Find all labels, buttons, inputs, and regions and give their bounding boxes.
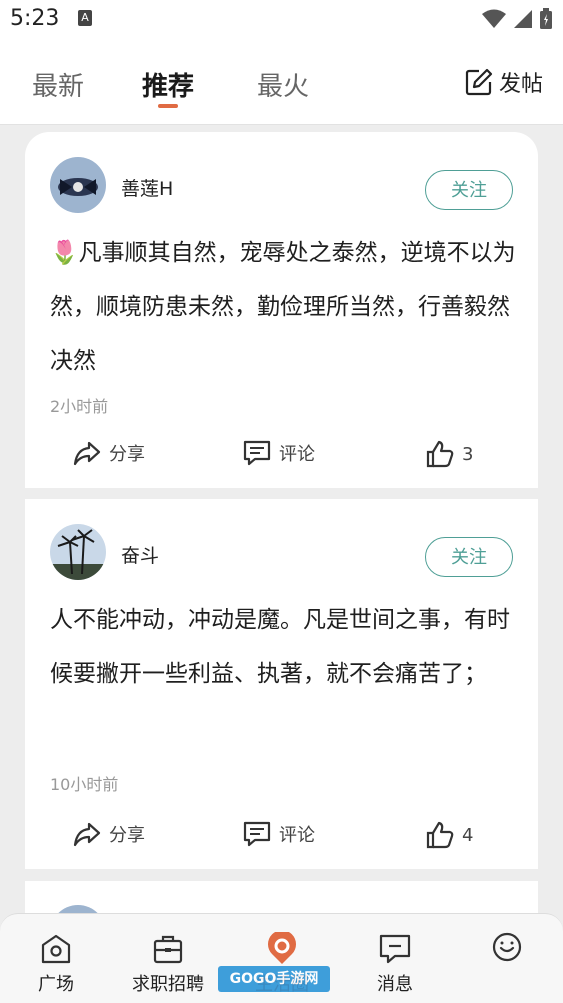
post-card[interactable]: 奋斗 关注 人不能冲动，冲动是魔。凡是世间之事，有时候要撇开一些利益、执著，就不… bbox=[25, 499, 538, 869]
username[interactable]: 奋斗 bbox=[121, 541, 159, 568]
watermark-logo: GOGO手游网 bbox=[218, 966, 330, 992]
active-tab-indicator bbox=[158, 104, 178, 108]
post-button[interactable]: 发帖 bbox=[465, 66, 543, 98]
like-button[interactable]: 3 bbox=[426, 440, 473, 468]
like-button[interactable]: 4 bbox=[426, 821, 473, 849]
edit-icon bbox=[465, 68, 493, 96]
like-count: 4 bbox=[462, 824, 474, 846]
nav-square-label: 广场 bbox=[38, 974, 74, 995]
briefcase-icon bbox=[153, 935, 183, 964]
follow-button[interactable]: 关注 bbox=[425, 537, 513, 577]
top-tab-bar: 最新 推荐 最火 发帖 bbox=[0, 40, 563, 125]
post-card[interactable]: 善莲H 关注 🌷凡事顺其自然，宠辱处之泰然，逆境不以为然，顺境防患未然，勤俭理所… bbox=[25, 132, 538, 488]
home-icon bbox=[41, 934, 71, 964]
post-actions: 分享 评论 4 bbox=[25, 821, 538, 861]
share-button[interactable]: 分享 bbox=[73, 440, 145, 466]
nav-profile[interactable] bbox=[457, 930, 557, 964]
post-time: 10小时前 bbox=[50, 775, 119, 794]
battery-icon bbox=[540, 8, 552, 29]
share-label: 分享 bbox=[109, 825, 145, 846]
avatar[interactable] bbox=[50, 524, 106, 580]
share-label: 分享 bbox=[109, 444, 145, 465]
comment-icon bbox=[243, 821, 271, 847]
post-card[interactable] bbox=[25, 881, 538, 913]
post-button-label: 发帖 bbox=[498, 72, 543, 97]
comment-label: 评论 bbox=[279, 825, 315, 846]
signal-icon bbox=[514, 10, 532, 28]
post-content[interactable]: 人不能冲动，冲动是魔。凡是世间之事，有时候要撇开一些利益、执著，就不会痛苦了； bbox=[50, 593, 520, 701]
nav-jobs[interactable]: 求职招聘 bbox=[118, 932, 218, 996]
comment-icon bbox=[243, 440, 271, 466]
status-icons bbox=[481, 8, 553, 30]
comment-button[interactable]: 评论 bbox=[243, 440, 315, 466]
status-bar: 5:23 A bbox=[0, 0, 563, 40]
tab-latest[interactable]: 最新 bbox=[32, 66, 84, 103]
post-feed[interactable]: 善莲H 关注 🌷凡事顺其自然，宠辱处之泰然，逆境不以为然，顺境防患未然，勤俭理所… bbox=[0, 125, 563, 913]
nav-messages-label: 消息 bbox=[377, 974, 413, 995]
avatar[interactable] bbox=[50, 905, 106, 913]
post-content[interactable]: 🌷凡事顺其自然，宠辱处之泰然，逆境不以为然，顺境防患未然，勤俭理所当然，行善毅然… bbox=[50, 226, 520, 388]
location-pin-icon bbox=[268, 932, 296, 964]
nav-square[interactable]: 广场 bbox=[6, 932, 106, 996]
status-time: 5:23 bbox=[10, 6, 60, 31]
share-icon bbox=[73, 822, 101, 847]
thumbs-up-icon bbox=[426, 821, 454, 849]
nav-jobs-label: 求职招聘 bbox=[132, 974, 204, 995]
comment-label: 评论 bbox=[279, 444, 315, 465]
profile-face-icon bbox=[492, 932, 522, 962]
share-button[interactable]: 分享 bbox=[73, 821, 145, 847]
like-count: 3 bbox=[462, 443, 474, 465]
post-time: 2小时前 bbox=[50, 397, 109, 416]
username[interactable]: 善莲H bbox=[121, 174, 173, 201]
follow-button[interactable]: 关注 bbox=[425, 170, 513, 210]
nav-messages[interactable]: 消息 bbox=[345, 932, 445, 996]
thumbs-up-icon bbox=[426, 440, 454, 468]
avatar[interactable] bbox=[50, 157, 106, 213]
message-icon bbox=[379, 934, 411, 964]
wifi-icon bbox=[482, 9, 506, 28]
comment-button[interactable]: 评论 bbox=[243, 821, 315, 847]
tab-hottest[interactable]: 最火 bbox=[257, 66, 309, 103]
notification-icon: A bbox=[78, 10, 92, 26]
tab-recommended[interactable]: 推荐 bbox=[142, 66, 194, 103]
share-icon bbox=[73, 441, 101, 466]
post-actions: 分享 评论 3 bbox=[25, 440, 538, 480]
